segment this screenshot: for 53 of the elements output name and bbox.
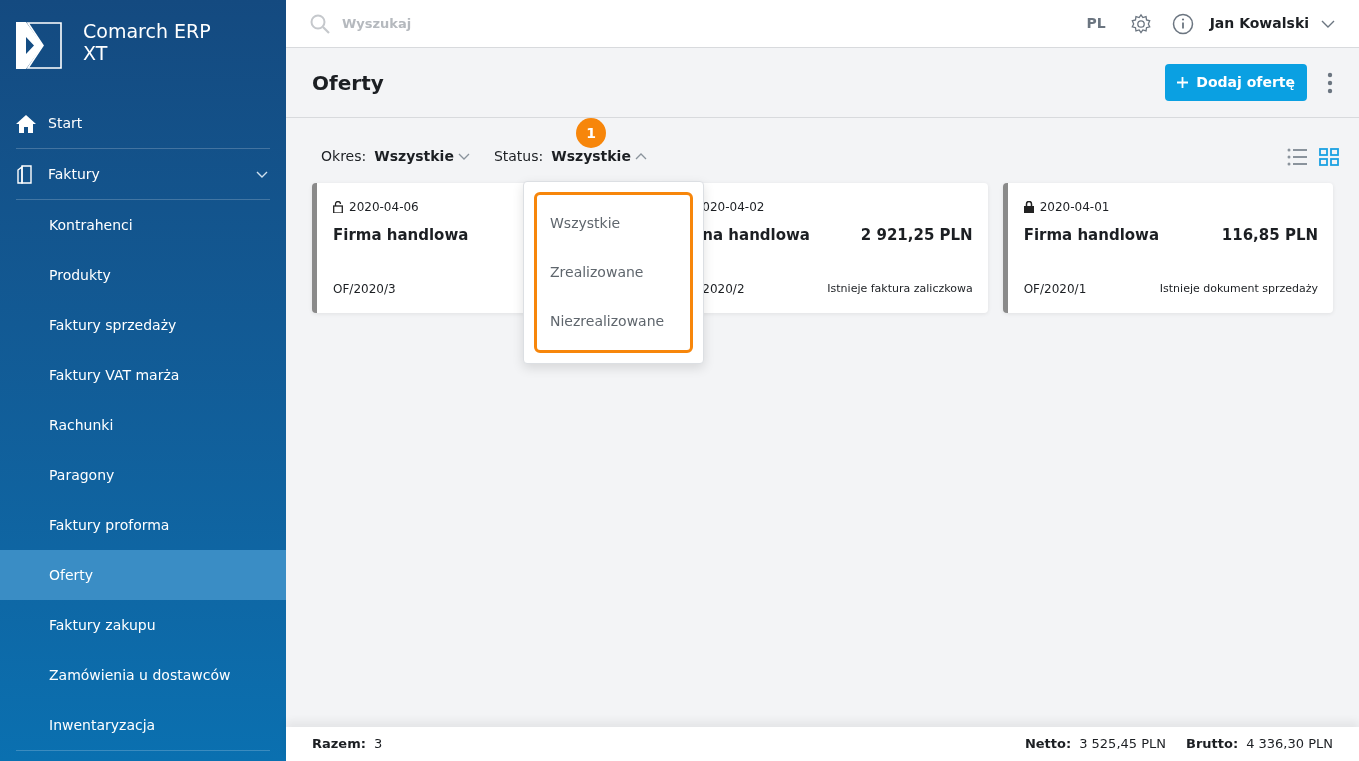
sidebar-item[interactable]: Faktury VAT marża	[0, 350, 286, 400]
offer-status-note: Istnieje faktura zaliczkowa	[827, 280, 973, 297]
plus-icon	[1177, 77, 1189, 88]
offer-date: 2020-04-06	[349, 199, 419, 216]
company-name: na handlowa	[702, 225, 810, 246]
app-name: Comarch ERP	[83, 20, 211, 42]
gross-label: Brutto:	[1186, 735, 1239, 754]
gross-value: 4 336,30 PLN	[1246, 735, 1333, 754]
total-label: Razem:	[312, 735, 366, 754]
sidebar-item[interactable]: Produkty	[0, 250, 286, 300]
chevron-icon	[256, 170, 268, 178]
offer-date: 020-04-02	[702, 199, 765, 216]
info-icon[interactable]	[1171, 12, 1194, 35]
chevron-icon	[457, 153, 470, 160]
sidebar-item[interactable]: Oferty	[0, 550, 286, 600]
sidebar-item[interactable]: Faktury proforma	[0, 500, 286, 550]
sidebar-item[interactable]: Faktury	[0, 149, 286, 199]
offer-card[interactable]: 2020-04-01 Firma handlowa 116,85 PLN OF/2020/1 Istnieje dokument sprzedaży	[1002, 183, 1333, 313]
user-menu[interactable]: Jan Kowalski	[1209, 13, 1335, 34]
callout-badge: 1	[576, 118, 606, 148]
language-selector[interactable]: PL	[1086, 13, 1106, 34]
sidebar-item[interactable]: Zamówienia u dostawców	[0, 650, 286, 700]
offer-number: 2020/2	[702, 281, 745, 298]
search-icon	[310, 13, 330, 34]
sidebar-item[interactable]: Rachunki	[0, 400, 286, 450]
page-title: Oferty	[312, 69, 385, 97]
sidebar-item[interactable]: Kontrahenci	[0, 200, 286, 250]
chevron-icon	[1321, 19, 1335, 28]
sidebar-item[interactable]: Faktury zakupu	[0, 600, 286, 650]
offer-status-note: Istnieje dokument sprzedaży	[1159, 280, 1318, 297]
net-label: Netto:	[1024, 735, 1072, 754]
net-value: 3 525,45 PLN	[1079, 735, 1166, 754]
home-icon	[16, 113, 36, 133]
offer-date: 2020-04-01	[1039, 199, 1110, 216]
sidebar-item[interactable]: Inwentaryzacja	[0, 700, 286, 750]
chevron-icon	[634, 153, 647, 160]
offer-amount: 2 921,25 PLN	[860, 225, 973, 246]
grid-view-icon[interactable]	[1319, 147, 1339, 166]
settings-icon[interactable]	[1129, 12, 1152, 35]
company-name: Firma handlowa	[1023, 225, 1160, 246]
filter-dropdown[interactable]: Okres: Wszystkie	[321, 146, 470, 167]
app-name: XT	[83, 42, 109, 64]
logo-icon	[16, 22, 63, 69]
total-value: 3	[373, 735, 384, 754]
sidebar-item[interactable]: Faktury sprzedaży	[0, 300, 286, 350]
more-icon[interactable]	[1327, 71, 1333, 94]
sidebar-item[interactable]: Start	[0, 98, 286, 148]
offer-number: OF/2020/3	[333, 281, 396, 298]
offer-amount: 116,85 PLN	[1221, 225, 1318, 246]
offer-number: OF/2020/1	[1023, 281, 1087, 298]
company-name: Firma handlowa	[333, 225, 469, 246]
list-view-icon[interactable]	[1287, 147, 1307, 166]
sidebar-item[interactable]: Paragony	[0, 450, 286, 500]
